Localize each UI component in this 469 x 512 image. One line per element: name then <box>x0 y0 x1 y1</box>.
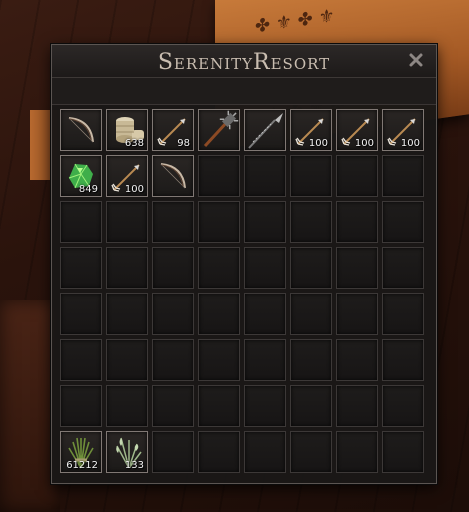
empty-inventory-slot[interactable] <box>198 247 240 289</box>
empty-inventory-slot[interactable] <box>60 201 102 243</box>
empty-inventory-slot[interactable] <box>106 247 148 289</box>
empty-inventory-slot[interactable] <box>198 339 240 381</box>
inventory-slot[interactable]: 638 <box>106 109 148 151</box>
empty-inventory-slot[interactable] <box>382 201 424 243</box>
empty-inventory-slot[interactable] <box>152 247 194 289</box>
empty-inventory-slot[interactable] <box>198 431 240 473</box>
empty-inventory-slot[interactable] <box>382 339 424 381</box>
item-quantity: 61212 <box>66 460 98 471</box>
item-quantity: 638 <box>124 138 144 149</box>
inventory-slot[interactable]: 100 <box>336 109 378 151</box>
item-quantity: 100 <box>124 184 144 195</box>
empty-inventory-slot[interactable] <box>290 247 332 289</box>
empty-inventory-slot[interactable] <box>198 385 240 427</box>
empty-inventory-slot[interactable] <box>60 293 102 335</box>
inventory-slot[interactable] <box>60 109 102 151</box>
empty-inventory-slot[interactable] <box>244 431 286 473</box>
empty-inventory-slot[interactable] <box>336 385 378 427</box>
item-quantity: 100 <box>400 138 420 149</box>
empty-inventory-slot[interactable] <box>198 293 240 335</box>
inventory-slot[interactable]: 98 <box>152 109 194 151</box>
inventory-slot[interactable]: 100 <box>106 155 148 197</box>
empty-inventory-slot[interactable] <box>244 247 286 289</box>
inventory-slot[interactable]: 61212 <box>60 431 102 473</box>
inventory-slot[interactable]: 100 <box>382 109 424 151</box>
empty-inventory-slot[interactable] <box>106 385 148 427</box>
toolbar-strip <box>52 78 436 105</box>
inventory-slot[interactable]: 849 <box>60 155 102 197</box>
empty-inventory-slot[interactable] <box>60 247 102 289</box>
inventory-slot[interactable] <box>152 155 194 197</box>
empty-inventory-slot[interactable] <box>290 293 332 335</box>
empty-inventory-slot[interactable] <box>106 339 148 381</box>
item-quantity: 98 <box>177 138 190 149</box>
empty-inventory-slot[interactable] <box>290 431 332 473</box>
empty-inventory-slot[interactable] <box>290 155 332 197</box>
empty-inventory-slot[interactable] <box>290 385 332 427</box>
empty-inventory-slot[interactable] <box>152 385 194 427</box>
empty-inventory-slot[interactable] <box>336 247 378 289</box>
empty-inventory-slot[interactable] <box>382 155 424 197</box>
inventory-slot[interactable]: 133 <box>106 431 148 473</box>
empty-inventory-slot[interactable] <box>152 201 194 243</box>
empty-inventory-slot[interactable] <box>336 339 378 381</box>
empty-inventory-slot[interactable] <box>106 201 148 243</box>
close-icon[interactable] <box>408 52 424 68</box>
empty-inventory-slot[interactable] <box>60 339 102 381</box>
empty-inventory-slot[interactable] <box>382 385 424 427</box>
item-quantity: 133 <box>124 460 144 471</box>
item-quantity: 100 <box>354 138 374 149</box>
empty-inventory-slot[interactable] <box>290 339 332 381</box>
empty-inventory-slot[interactable] <box>106 293 148 335</box>
empty-inventory-slot[interactable] <box>198 201 240 243</box>
item-quantity: 100 <box>308 138 328 149</box>
empty-inventory-slot[interactable] <box>152 431 194 473</box>
empty-inventory-slot[interactable] <box>198 155 240 197</box>
title-bar[interactable]: SerenityResort <box>52 45 436 78</box>
inventory-slot[interactable] <box>198 109 240 151</box>
empty-inventory-slot[interactable] <box>382 247 424 289</box>
window-title: SerenityResort <box>157 50 331 75</box>
inventory-slot[interactable] <box>244 109 286 151</box>
empty-inventory-slot[interactable] <box>152 339 194 381</box>
empty-inventory-slot[interactable] <box>382 431 424 473</box>
empty-inventory-slot[interactable] <box>244 155 286 197</box>
empty-inventory-slot[interactable] <box>244 201 286 243</box>
empty-inventory-slot[interactable] <box>336 293 378 335</box>
empty-inventory-slot[interactable] <box>336 155 378 197</box>
empty-inventory-slot[interactable] <box>152 293 194 335</box>
empty-inventory-slot[interactable] <box>382 293 424 335</box>
empty-inventory-slot[interactable] <box>336 201 378 243</box>
item-quantity: 849 <box>78 184 98 195</box>
inventory-slot[interactable]: 100 <box>290 109 332 151</box>
empty-inventory-slot[interactable] <box>244 293 286 335</box>
empty-inventory-slot[interactable] <box>244 385 286 427</box>
inventory-window: SerenityResort 638 98 100 100 100 849 100 61212… <box>51 44 437 484</box>
empty-inventory-slot[interactable] <box>244 339 286 381</box>
empty-inventory-slot[interactable] <box>60 385 102 427</box>
inventory-grid: 638 98 100 100 100 849 100 61212 133 <box>60 109 424 473</box>
empty-inventory-slot[interactable] <box>336 431 378 473</box>
empty-inventory-slot[interactable] <box>290 201 332 243</box>
